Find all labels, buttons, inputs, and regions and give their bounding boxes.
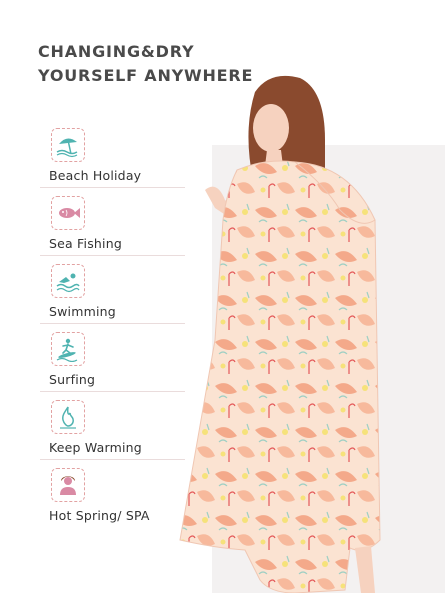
feature-hot-spring-spa: Hot Spring/ SPA: [40, 464, 190, 532]
feature-sea-fishing: Sea Fishing: [40, 192, 190, 260]
fish-icon: [51, 196, 85, 230]
feature-swimming: Swimming: [40, 260, 190, 328]
feature-keep-warming: Keep Warming: [40, 396, 190, 464]
feature-beach-holiday: Beach Holiday: [40, 124, 190, 192]
feature-label: Beach Holiday: [49, 168, 142, 183]
surfer-icon: [51, 332, 85, 366]
feature-label: Keep Warming: [49, 440, 142, 455]
feature-label: Sea Fishing: [49, 236, 122, 251]
swimmer-icon: [51, 264, 85, 298]
feature-label: Swimming: [49, 304, 116, 319]
feature-surfing: Surfing: [40, 328, 190, 396]
feature-list: Beach Holiday Sea Fishing Swimming Surfi…: [40, 124, 190, 532]
product-model-image: [179, 75, 381, 593]
divider: [40, 255, 185, 256]
divider: [40, 323, 185, 324]
divider: [40, 391, 185, 392]
spa-person-icon: [51, 468, 85, 502]
divider: [40, 187, 185, 188]
feature-label: Surfing: [49, 372, 96, 387]
headline-line-1: CHANGING&DRY: [38, 42, 195, 61]
divider: [40, 459, 185, 460]
beach-umbrella-icon: [51, 128, 85, 162]
feature-label: Hot Spring/ SPA: [49, 508, 150, 523]
flame-icon: [51, 400, 85, 434]
